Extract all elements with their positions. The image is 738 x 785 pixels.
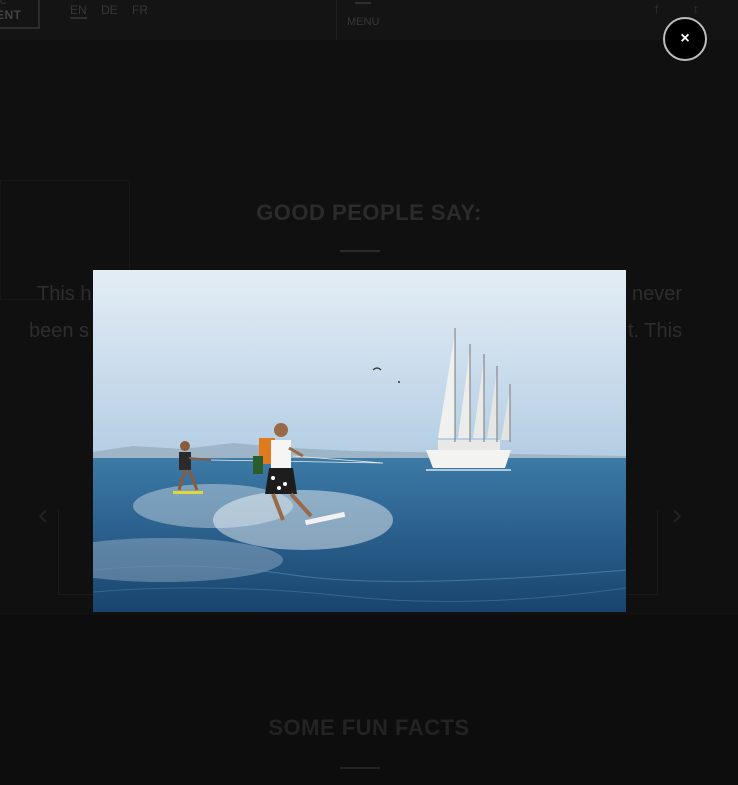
photo-water-skiers-sailing-ship [93, 270, 626, 612]
sky [93, 270, 626, 460]
close-icon: × [680, 30, 690, 47]
water-spray [213, 490, 393, 550]
lightbox-image[interactable] [93, 270, 626, 612]
close-lightbox-button[interactable]: × [663, 17, 707, 61]
bird [398, 381, 400, 383]
